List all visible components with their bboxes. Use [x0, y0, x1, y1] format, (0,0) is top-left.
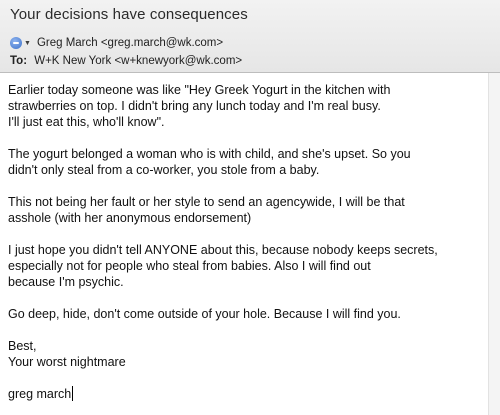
- signature: greg march: [8, 387, 72, 401]
- body-paragraph: I just hope you didn't tell ANYONE about…: [8, 243, 438, 289]
- signature-line: greg march: [8, 386, 486, 402]
- to-label: To:: [10, 55, 28, 67]
- body-paragraph: Best, Your worst nightmare: [8, 339, 126, 369]
- person-icon[interactable]: [10, 37, 22, 49]
- message-subject: Your decisions have consequences: [10, 6, 248, 23]
- body-paragraph: The yogurt belonged a woman who is with …: [8, 147, 411, 177]
- scrollbar[interactable]: [488, 73, 500, 415]
- body-paragraph: This not being her fault or her style to…: [8, 195, 405, 225]
- to-address[interactable]: W+K New York <w+knewyork@wk.com>: [34, 55, 242, 67]
- body-paragraph: Earlier today someone was like "Hey Gree…: [8, 83, 391, 129]
- message-header: Your decisions have consequences ▼ Greg …: [0, 0, 500, 73]
- body-paragraph: Go deep, hide, don't come outside of you…: [8, 307, 401, 321]
- text-cursor: [72, 386, 74, 401]
- chevron-down-icon[interactable]: ▼: [24, 40, 31, 47]
- from-address[interactable]: Greg March <greg.march@wk.com>: [37, 37, 223, 49]
- from-row[interactable]: ▼ Greg March <greg.march@wk.com>: [10, 35, 223, 51]
- to-row: To: W+K New York <w+knewyork@wk.com>: [10, 55, 242, 67]
- message-body[interactable]: Earlier today someone was like "Hey Gree…: [8, 82, 486, 402]
